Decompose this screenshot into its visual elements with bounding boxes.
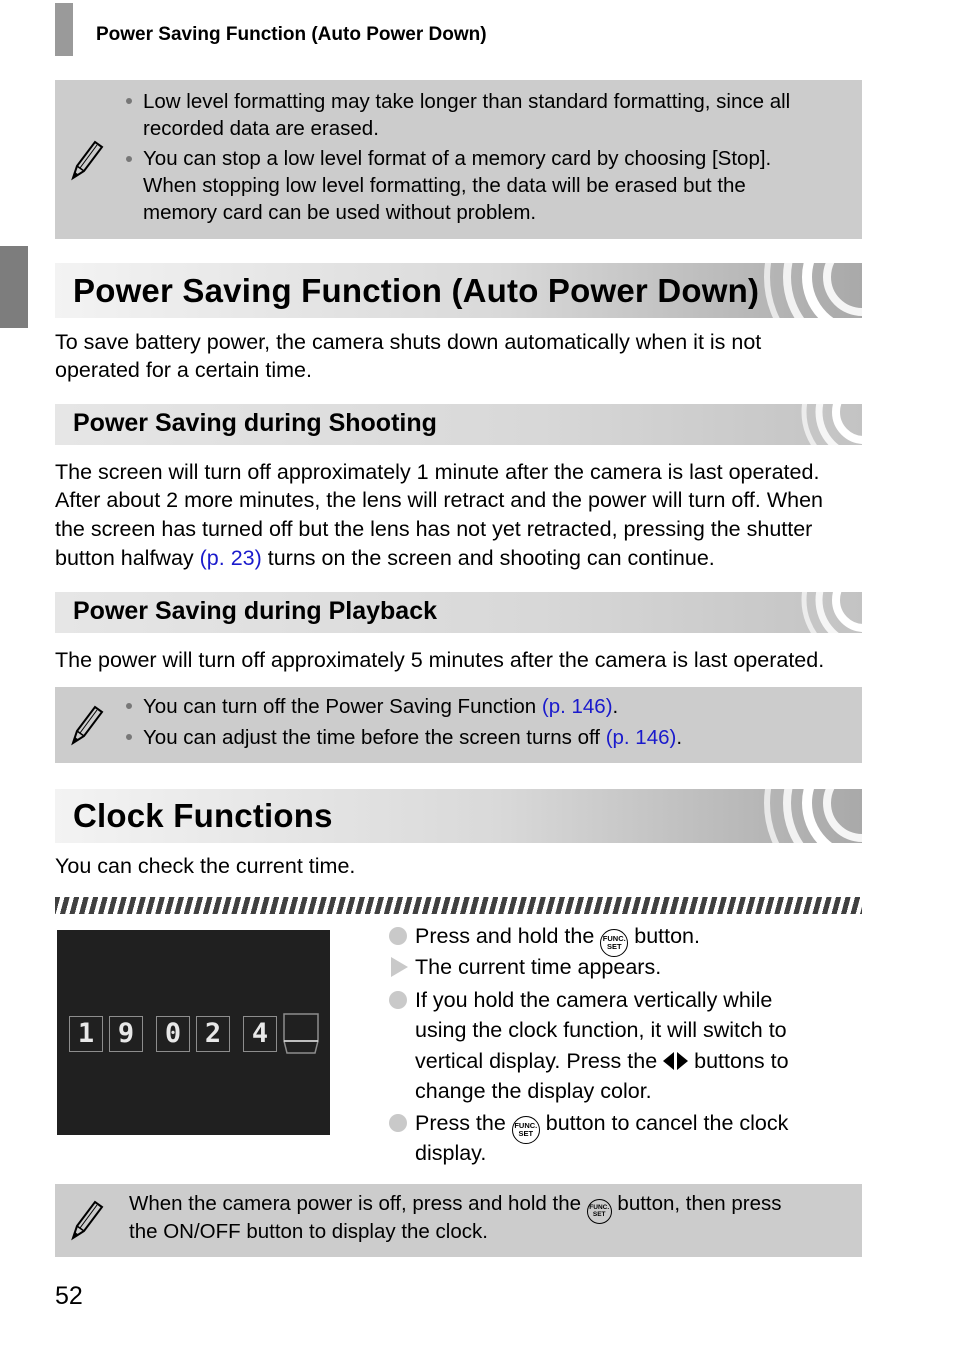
step-3-line2: using the clock function, it will switch…	[415, 1018, 787, 1042]
section1-intro-line2: operated for a certain time.	[55, 358, 312, 382]
note2-item2-end: .	[676, 726, 683, 749]
subheading-title: Power Saving during Shooting	[73, 409, 437, 437]
step-4-line2: display.	[415, 1141, 487, 1165]
pencil-icon	[71, 140, 104, 181]
right-arrow-icon	[677, 1052, 689, 1070]
section-heading-power-saving: Power Saving Function (Auto Power Down)	[55, 263, 862, 318]
note2-item1-text: You can turn off the Power Saving Functi…	[143, 695, 542, 718]
set-label: SET	[518, 1129, 534, 1138]
section-title: Clock Functions	[73, 797, 333, 834]
bullet-dot	[126, 703, 132, 709]
note1-item2-line3: memory card can be used without problem.	[143, 201, 537, 224]
swirl-decoration-icon	[801, 592, 862, 633]
page-number: 52	[55, 1282, 83, 1310]
clock-intro: You can check the current time.	[55, 854, 356, 878]
func-set-button-icon: FUNC. SET	[586, 1199, 612, 1224]
step-4-pre: Press the	[415, 1111, 512, 1135]
note-box-clock: When the camera power is off, press and …	[55, 1184, 862, 1257]
step-dot-icon	[389, 991, 407, 1009]
result-arrow-icon	[391, 957, 408, 977]
subheading-playback: Power Saving during Playback	[55, 592, 862, 633]
clock-ampm-indicator-icon	[283, 1013, 319, 1054]
section1-intro-line1: To save battery power, the camera shuts …	[55, 330, 762, 354]
page-link-23[interactable]: (p. 23)	[200, 546, 262, 570]
bullet-dot	[126, 734, 132, 740]
note3-line2: the ON/OFF button to display the clock.	[129, 1220, 488, 1243]
subheading-shooting: Power Saving during Shooting	[55, 404, 862, 445]
section-heading-clock: Clock Functions	[55, 789, 862, 843]
section-title: Power Saving Function (Auto Power Down)	[73, 272, 760, 309]
clock-digit: 2	[196, 1016, 230, 1052]
shooting-line1: The screen will turn off approximately 1…	[55, 460, 820, 484]
clock-digit: 9	[109, 1016, 143, 1052]
shooting-line4-post: turns on the screen and shooting can con…	[261, 546, 715, 570]
chapter-side-tab	[0, 246, 28, 328]
set-label: SET	[606, 942, 622, 951]
step-dot-icon	[389, 1114, 407, 1132]
note3-line1-pre: When the camera power is off, press and …	[129, 1192, 587, 1215]
step-3-line3-post: buttons to	[688, 1049, 789, 1073]
step-1-post: button.	[628, 924, 700, 948]
playback-text: The power will turn off approximately 5 …	[55, 648, 825, 672]
camera-clock-screen: 1 9 0 2 4	[57, 930, 330, 1135]
shooting-line4: button halfway (p. 23) turns on the scre…	[55, 546, 715, 571]
bullet-dot	[126, 98, 132, 104]
swirl-decoration-icon	[764, 789, 862, 843]
func-set-button-icon: FUNC. SET	[511, 1116, 540, 1144]
step-dot-icon	[389, 927, 407, 945]
note1-item1-line1: Low level formatting may take longer tha…	[143, 90, 791, 113]
note2-item2: You can adjust the time before the scree…	[143, 724, 682, 751]
bullet-dot	[126, 156, 132, 162]
clock-digit: 4	[243, 1016, 277, 1052]
running-header-title: Power Saving Function (Auto Power Down)	[96, 24, 487, 45]
func-label: FUNC.	[589, 1204, 610, 1211]
pencil-icon	[71, 705, 104, 746]
pencil-icon	[71, 1200, 104, 1241]
step-3-line3-pre: vertical display. Press the	[415, 1049, 664, 1073]
left-arrow-icon	[663, 1052, 675, 1070]
note1-item2-line1: You can stop a low level format of a mem…	[143, 147, 772, 170]
note1-item2-line2: When stopping low level formatting, the …	[143, 174, 746, 197]
note1-item1-line2: recorded data are erased.	[143, 117, 379, 140]
shooting-line4-pre: button halfway	[55, 546, 200, 570]
note-box-formatting: Low level formatting may take longer tha…	[55, 80, 862, 239]
subheading-title: Power Saving during Playback	[73, 597, 438, 625]
page-link-146[interactable]: (p. 146)	[606, 726, 677, 749]
note3-line1-post: button, then press	[611, 1192, 782, 1215]
step-3-line4: change the display color.	[415, 1079, 652, 1103]
swirl-decoration-icon	[764, 263, 862, 318]
note2-item1-end: .	[612, 695, 619, 718]
note2-item2-text: You can adjust the time before the scree…	[143, 726, 606, 749]
step-3-line3: vertical display. Press the buttons to	[415, 1046, 789, 1077]
shooting-line3: the screen has turned off but the lens h…	[55, 517, 813, 541]
step-result: The current time appears.	[415, 955, 662, 979]
step-3-line1: If you hold the camera vertically while	[415, 988, 773, 1012]
shooting-line2: After about 2 more minutes, the lens wil…	[55, 488, 823, 512]
step-4-post: button to cancel the clock	[539, 1111, 789, 1135]
note-box-power-saving: You can turn off the Power Saving Functi…	[55, 687, 862, 763]
set-label: SET	[592, 1211, 606, 1218]
note2-item1: You can turn off the Power Saving Functi…	[143, 693, 618, 720]
hatched-divider	[55, 897, 862, 914]
clock-digit: 1	[69, 1016, 103, 1052]
page-link-146[interactable]: (p. 146)	[542, 695, 613, 718]
swirl-decoration-icon	[801, 404, 862, 445]
header-bar	[55, 3, 73, 56]
step-1-pre: Press and hold the	[415, 924, 601, 948]
clock-digit: 0	[156, 1016, 190, 1052]
